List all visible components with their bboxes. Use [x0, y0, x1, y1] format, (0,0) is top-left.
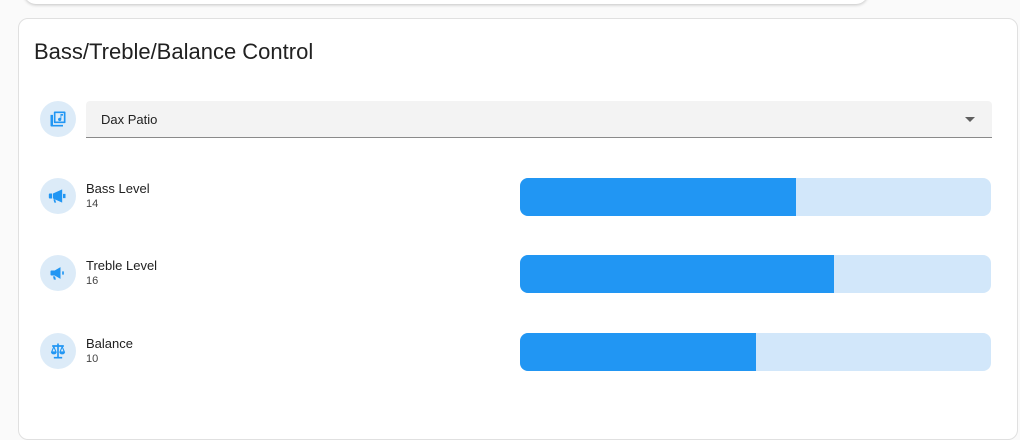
megaphone-icon	[40, 255, 76, 291]
treble-level-label: Treble Level	[86, 258, 158, 273]
card-title: Bass/Treble/Balance Control	[34, 39, 314, 64]
speaker-select-value: Dax Patio	[101, 112, 158, 127]
treble-level-slider[interactable]	[520, 255, 991, 293]
previous-card-edge	[24, 0, 868, 4]
balance-label: Balance	[86, 336, 133, 351]
treble-level-slider-fill	[520, 255, 835, 293]
speaker-group-icon	[40, 101, 76, 137]
bass-level-value: 14	[86, 198, 99, 210]
dropdown-arrow-icon[interactable]	[965, 117, 975, 122]
balance-value: 10	[86, 353, 99, 365]
bass-treble-balance-card: Bass/Treble/Balance Control Dax Patio Ba…	[18, 18, 1018, 440]
balance-slider-fill	[520, 333, 756, 371]
bullhorn-icon	[40, 178, 76, 214]
treble-level-value: 16	[86, 275, 99, 287]
speaker-select[interactable]: Dax Patio	[86, 101, 992, 138]
bass-level-slider-fill	[520, 178, 796, 216]
bass-level-label: Bass Level	[86, 181, 150, 196]
bass-level-slider[interactable]	[520, 178, 991, 216]
balance-slider[interactable]	[520, 333, 991, 371]
scale-balance-icon	[40, 333, 76, 369]
